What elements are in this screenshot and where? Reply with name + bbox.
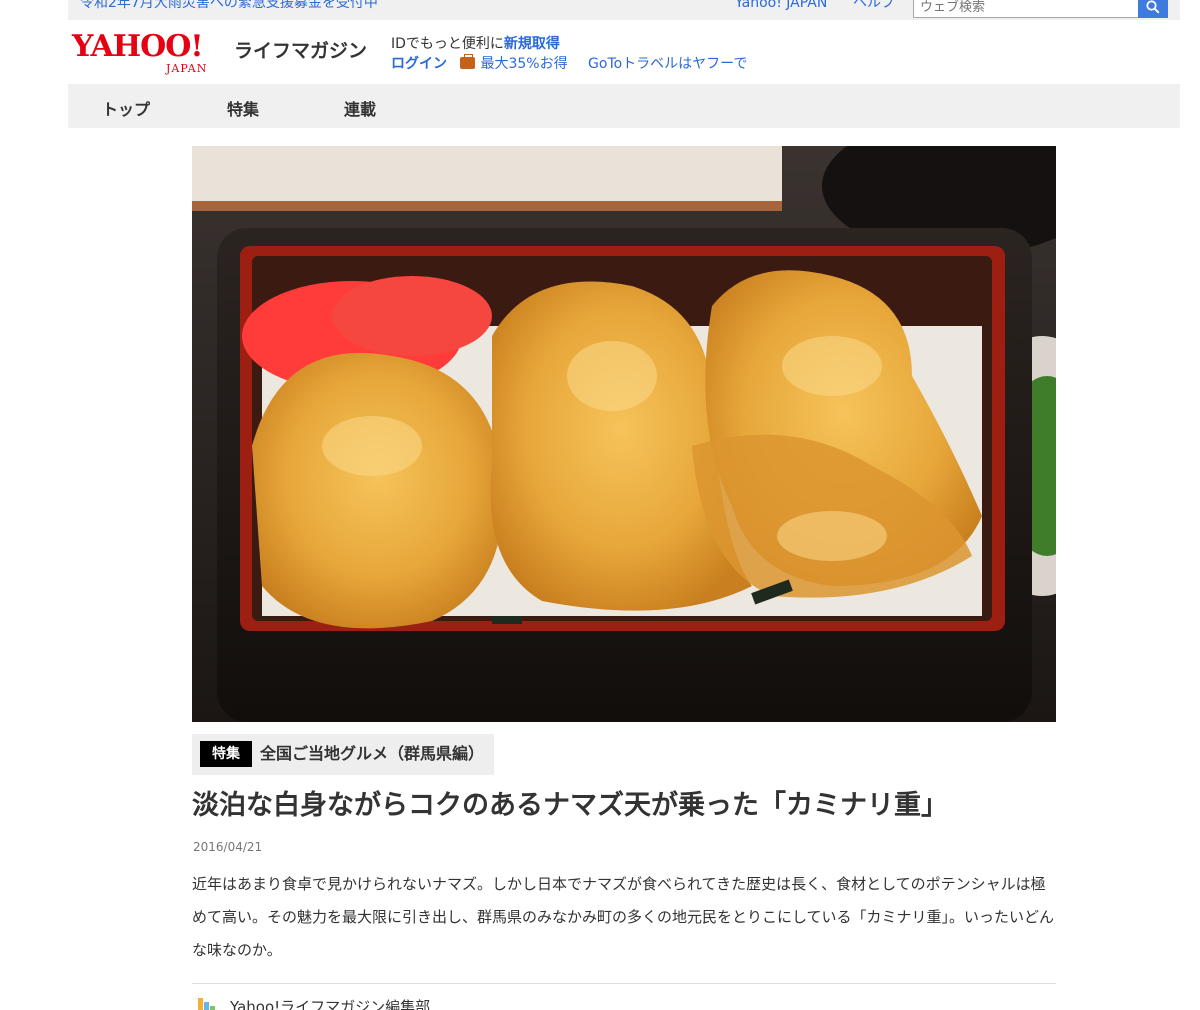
login-link[interactable]: ログイン (391, 56, 447, 72)
series-name: 全国ご当地グルメ（群馬県編） (260, 744, 485, 763)
publish-date: 2016/04/21 (193, 840, 263, 854)
author-row[interactable]: Yahoo!ライフマガジン編集部 (198, 996, 430, 1010)
suitcase-icon (460, 54, 476, 69)
id-promo: IDでもっと便利に新規取得 ログイン 最大35%お得 GoToトラベルはヤフーで (391, 34, 747, 74)
author-icon (198, 997, 216, 1010)
nav-item-features[interactable]: 特集 (227, 96, 259, 120)
promo-text: 最大35%お得 (480, 56, 568, 72)
article-lead: 近年はあまり食卓で見かけられないナマズ。しかし日本でナマズが食べられてきた歴史は… (192, 875, 1055, 959)
web-search (913, 0, 1168, 18)
series-tag-box[interactable]: 特集 全国ご当地グルメ（群馬県編） (192, 734, 495, 775)
hero-image (192, 146, 1056, 722)
article-title: 淡泊な白身ながらコクのあるナマズ天が乗った「カミナリ重」 (192, 790, 948, 821)
main-nav: トップ 特集 連載 (68, 84, 1180, 128)
nav-item-series[interactable]: 連載 (344, 96, 376, 120)
logo-wordmark: YAHOO! (72, 29, 204, 64)
page: 令和2年7月大雨災害への緊急支援募金を受付中 Yahoo! JAPAN ヘルプ … (0, 0, 1200, 1010)
help-link[interactable]: ヘルプ (853, 0, 895, 12)
brand-name[interactable]: ライフマガジン (234, 36, 367, 63)
author-name: Yahoo!ライフマガジン編集部 (230, 998, 431, 1010)
goto-travel-link[interactable]: GoToトラベルはヤフーで (588, 56, 747, 72)
disaster-donation-link[interactable]: 令和2年7月大雨災害への緊急支援募金を受付中 (80, 0, 378, 12)
register-link[interactable]: 新規取得 (504, 36, 560, 52)
site-header: YAHOO! JAPAN ライフマガジン IDでもっと便利に新規取得 ログイン … (68, 28, 1180, 78)
yahoo-logo[interactable]: YAHOO! JAPAN (72, 32, 232, 80)
promo-link[interactable]: 最大35%お得 (460, 54, 568, 72)
search-input[interactable] (913, 0, 1139, 18)
top-strip: 令和2年7月大雨災害への緊急支援募金を受付中 Yahoo! JAPAN ヘルプ (68, 0, 1180, 20)
nav-item-top[interactable]: トップ (102, 96, 150, 120)
search-button[interactable] (1138, 0, 1168, 18)
category-badge: 特集 (200, 741, 252, 767)
yahoo-japan-link[interactable]: Yahoo! JAPAN (735, 0, 827, 12)
logo-subtext: JAPAN (166, 62, 208, 75)
id-text: IDでもっと便利に (391, 36, 504, 52)
search-icon (1146, 0, 1160, 14)
catfish-tempura-photo (192, 146, 1056, 722)
divider (192, 983, 1056, 984)
